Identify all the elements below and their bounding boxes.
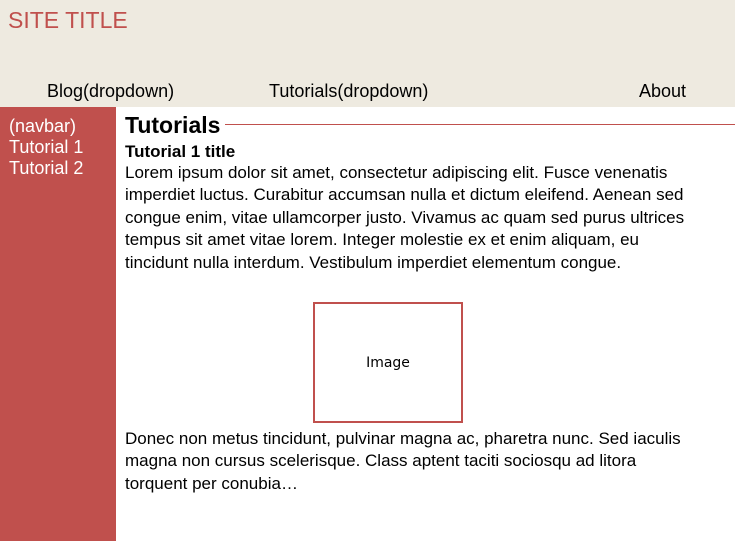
sidebar-item-tutorial-1[interactable]: Tutorial 1 [9,137,83,158]
article-paragraph-1: Lorem ipsum dolor sit amet, consectetur … [125,163,685,272]
sidebar-navbar-label: (navbar) [9,116,77,136]
site-header: SITE TITLE Blog(dropdown) Tutorials(drop… [0,0,735,107]
nav-tutorials-dropdown[interactable]: Tutorials(dropdown) [269,80,428,102]
nav-about-link[interactable]: About [639,80,686,102]
page-heading-row: Tutorials [125,112,735,140]
image-placeholder-label: Image [366,354,410,371]
page-title: Tutorials [125,112,223,139]
image-placeholder: Image [313,302,463,423]
page: SITE TITLE Blog(dropdown) Tutorials(drop… [0,0,735,541]
heading-divider [225,124,735,125]
sidebar: (navbar) Tutorial 1 Tutorial 2 [0,107,116,541]
site-title[interactable]: SITE TITLE [8,7,128,33]
article-paragraph-2: Donec non metus tincidunt, pulvinar magn… [125,429,681,493]
article-title: Tutorial 1 title [125,142,236,161]
sidebar-item-tutorial-2[interactable]: Tutorial 2 [9,158,83,179]
nav-blog-dropdown[interactable]: Blog(dropdown) [47,80,174,102]
